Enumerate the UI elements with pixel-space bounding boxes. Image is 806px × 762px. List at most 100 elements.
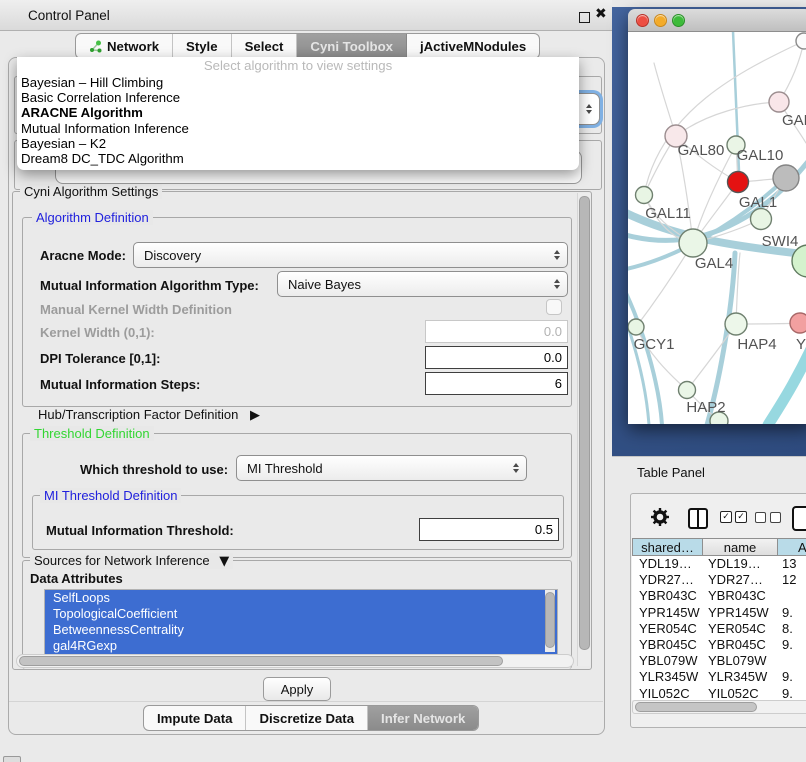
corner-button[interactable] [3, 756, 21, 762]
attribute-item-topologicalcoefficient[interactable]: TopologicalCoefficient [45, 606, 557, 622]
table-row[interactable]: YBR043CYBR043C [632, 588, 806, 604]
which-threshold-label: Which threshold to use: [80, 462, 228, 477]
aracne-mode-combo[interactable]: Discovery [133, 242, 568, 268]
float-window-icon[interactable] [579, 12, 590, 23]
attributes-scrollbar[interactable] [545, 590, 555, 652]
divider [612, 456, 806, 457]
table-row[interactable]: YDR27…YDR27…12 [632, 572, 806, 588]
node-label-gcy1: GCY1 [634, 336, 675, 353]
data-attributes-label: Data Attributes [30, 571, 123, 586]
table-row[interactable]: YPR145WYPR145W9. [632, 605, 806, 621]
which-threshold-combo[interactable]: MI Threshold [236, 455, 527, 481]
apply-button[interactable]: Apply [263, 677, 331, 701]
table-row[interactable]: YDL19…YDL19…13 [632, 556, 806, 572]
mi-threshold-field[interactable] [419, 518, 559, 541]
algorithm-option-bayesian-hill-climbing[interactable]: Bayesian – Hill Climbing [17, 75, 579, 90]
sources-title: Sources for Network Inference [34, 553, 210, 568]
algorithm-option-basic-correlation-inference[interactable]: Basic Correlation Inference [17, 90, 579, 105]
tab-network[interactable]: Network [76, 34, 173, 58]
network-node[interactable] [636, 187, 653, 204]
network-node[interactable] [679, 229, 707, 257]
manual-kernel-label: Manual Kernel Width Definition [40, 302, 232, 317]
attribute-item-selfloops[interactable]: SelfLoops [45, 590, 557, 606]
kernel-width-field[interactable] [425, 320, 568, 343]
table-hscrollbar[interactable] [632, 700, 806, 714]
minimize-traffic-icon[interactable] [654, 14, 667, 27]
stepper-arrows-icon [554, 250, 560, 260]
tab-jactivemnodules[interactable]: jActiveMNodules [407, 34, 539, 58]
attribute-item-betweennesscentrality[interactable]: BetweennessCentrality [45, 622, 557, 638]
table-row[interactable]: YBL079WYBL079W [632, 653, 806, 669]
network-node[interactable] [628, 319, 644, 335]
network-window-titlebar[interactable] [628, 9, 806, 32]
table-cell: YLR345W [703, 669, 778, 685]
tab-discretize-data[interactable]: Discretize Data [246, 706, 368, 730]
node-label-y: Y [796, 336, 806, 353]
algorithm-option-bayesian-k2[interactable]: Bayesian – K2 [17, 136, 579, 151]
tab-cyni-toolbox[interactable]: Cyni Toolbox [297, 34, 407, 58]
attribute-item-gal4rgexp[interactable]: gal4RGexp [45, 638, 557, 654]
select-all-checks-icon[interactable]: ✓ ✓ [720, 511, 747, 523]
tab-label: Infer Network [381, 711, 465, 726]
hub-definition-label: Hub/Transcription Factor Definition [38, 407, 238, 422]
network-canvas[interactable]: GALGAL80GAL10GAL1GAL11SWI4GAL4GCY1HAP4YH… [628, 32, 806, 424]
network-node[interactable] [769, 92, 789, 112]
network-node[interactable] [773, 165, 799, 191]
column-view-icon[interactable] [688, 508, 708, 529]
hub-definition-toggle[interactable]: Hub/Transcription Factor Definition ▶ [38, 407, 260, 423]
column-header-1[interactable]: shared… [632, 538, 703, 556]
attributes-scrollbar-thumb[interactable] [545, 592, 555, 648]
mi-type-combo[interactable]: Naive Bayes [277, 271, 568, 297]
network-edge [768, 347, 806, 424]
divider [9, 701, 603, 702]
table-cell: YLR345W [632, 669, 703, 685]
settings-hscrollbar-thumb[interactable] [19, 656, 503, 666]
table-cell: YBL079W [632, 653, 703, 669]
mi-type-label: Mutual Information Algorithm Type: [40, 278, 259, 293]
new-table-icon[interactable] [792, 506, 806, 531]
column-header-3[interactable]: A [778, 538, 806, 556]
gear-icon[interactable] [650, 507, 670, 527]
algorithm-popup: Select algorithm to view settings Bayesi… [17, 57, 579, 170]
network-node[interactable] [790, 313, 806, 333]
manual-kernel-checkbox[interactable] [546, 299, 562, 315]
table-panel-title: Table Panel [637, 465, 705, 480]
algorithm-option-dream8-dc-tdc-algorithm[interactable]: Dream8 DC_TDC Algorithm [17, 151, 579, 166]
tab-label: Select [245, 39, 284, 54]
network-node[interactable] [751, 209, 772, 230]
network-node[interactable] [728, 172, 749, 193]
tab-select[interactable]: Select [232, 34, 298, 58]
network-node[interactable] [679, 382, 696, 399]
aracne-mode-value: Discovery [144, 248, 201, 263]
table-hscrollbar-thumb[interactable] [635, 702, 757, 712]
tab-impute-data[interactable]: Impute Data [144, 706, 246, 730]
close-traffic-icon[interactable] [636, 14, 649, 27]
stepper-arrows-icon [513, 463, 519, 473]
network-node[interactable] [725, 313, 747, 335]
network-edge [687, 324, 736, 390]
settings-scrollbar-thumb[interactable] [579, 196, 590, 650]
settings-scrollbar[interactable] [577, 193, 590, 666]
table-row[interactable]: YER054CYER054C8. [632, 621, 806, 637]
mi-steps-field[interactable] [425, 372, 568, 395]
node-label-gal: GAL [782, 112, 806, 129]
table-row[interactable]: YBR045CYBR045C9. [632, 637, 806, 653]
algorithm-option-aracne-algorithm[interactable]: ARACNE Algorithm [17, 105, 579, 120]
tab-style[interactable]: Style [173, 34, 232, 58]
mi-threshold-legend: MI Threshold Definition [40, 488, 181, 503]
zoom-traffic-icon[interactable] [672, 14, 685, 27]
table-cell: YBR045C [632, 637, 703, 653]
table-row[interactable]: YIL052CYIL052C9. [632, 686, 806, 701]
close-icon[interactable]: ✖ [595, 6, 607, 22]
settings-hscrollbar[interactable] [16, 654, 574, 668]
clear-checks-icon[interactable] [755, 512, 781, 523]
expand-right-icon[interactable]: ▶ [250, 408, 260, 423]
tab-infer-network[interactable]: Infer Network [368, 706, 478, 730]
dpi-tolerance-field[interactable] [425, 346, 568, 369]
algorithm-option-mutual-information-inference[interactable]: Mutual Information Inference [17, 121, 579, 136]
collapse-down-icon[interactable]: ▼ [219, 554, 229, 569]
column-header-2[interactable]: name [703, 538, 778, 556]
node-label-hap2: HAP2 [686, 399, 725, 416]
table-row[interactable]: YLR345WYLR345W9. [632, 669, 806, 685]
network-node[interactable] [796, 33, 806, 49]
